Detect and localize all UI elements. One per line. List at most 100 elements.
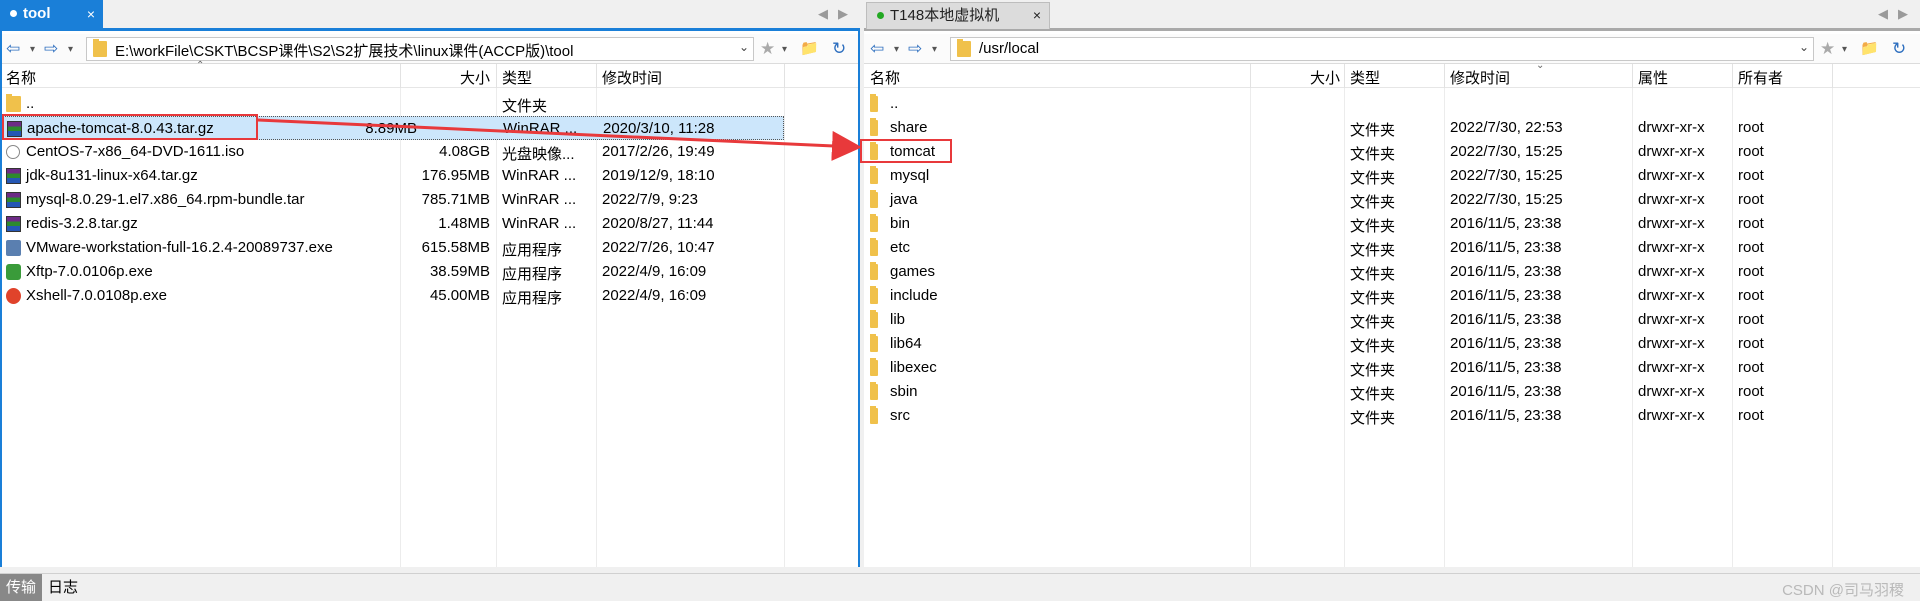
forward-arrow-icon[interactable]: ⇨ — [908, 38, 922, 60]
tab-tool[interactable]: tool × — [0, 0, 103, 28]
col-owner[interactable]: 所有者 — [1738, 67, 1783, 88]
file-type: 应用程序 — [502, 266, 563, 283]
file-size: 45.00MB — [429, 287, 490, 304]
tab-scroll-left-icon[interactable]: ◀ — [818, 6, 828, 22]
file-row[interactable]: java 文件夹 2022/7/30, 15:25 drwxr-xr-x root — [864, 188, 1920, 212]
pane-focus-border — [0, 31, 2, 567]
file-row[interactable]: libexec 文件夹 2016/11/5, 23:38 drwxr-xr-x root — [864, 356, 1920, 380]
bookmark-dropdown-icon[interactable]: ▾ — [782, 39, 787, 61]
folder-icon — [870, 334, 878, 352]
remote-tabstrip: T148本地虚拟机 × ◀ ▶ — [864, 0, 1920, 31]
file-row[interactable]: etc 文件夹 2016/11/5, 23:38 drwxr-xr-x root — [864, 236, 1920, 260]
back-arrow-icon[interactable]: ⇦ — [870, 38, 884, 60]
remote-path-combobox[interactable]: /usr/local ⌄ — [950, 37, 1814, 61]
file-row[interactable]: mysql-8.0.29-1.el7.x86_64.rpm-bundle.tar… — [0, 188, 856, 212]
file-row[interactable]: bin 文件夹 2016/11/5, 23:38 drwxr-xr-x root — [864, 212, 1920, 236]
tab-close-icon[interactable]: × — [87, 0, 95, 28]
col-name[interactable]: 名称 — [870, 67, 900, 88]
file-row[interactable]: Xshell-7.0.0108p.exe 45.00MB 应用程序 2022/4/9,… — [0, 284, 856, 308]
new-folder-icon[interactable]: 📁 — [800, 38, 819, 60]
file-row[interactable]: mysql 文件夹 2022/7/30, 15:25 drwxr-xr-x root — [864, 164, 1920, 188]
file-name: etc — [890, 239, 911, 256]
file-row[interactable]: VMware-workstation-full-16.2.4-20089737.… — [0, 236, 856, 260]
file-modified: 2017/2/26, 19:49 — [602, 143, 715, 160]
folder-icon — [93, 39, 107, 57]
column-divider[interactable] — [400, 64, 401, 88]
column-divider[interactable] — [496, 64, 497, 88]
file-permissions: drwxr-xr-x — [1638, 335, 1705, 352]
folder-icon — [870, 238, 878, 256]
bookmark-star-icon[interactable]: ★ — [760, 38, 775, 60]
col-size[interactable]: 大小 — [460, 67, 490, 88]
tab-scroll-right-icon[interactable]: ▶ — [838, 6, 848, 22]
file-row[interactable]: lib64 文件夹 2016/11/5, 23:38 drwxr-xr-x root — [864, 332, 1920, 356]
col-type[interactable]: 类型 — [502, 67, 532, 88]
column-divider[interactable] — [1250, 64, 1251, 88]
column-divider[interactable] — [1344, 64, 1345, 88]
file-type: 文件夹 — [1350, 338, 1396, 355]
annotation-box-source — [2, 114, 258, 140]
forward-dropdown-icon[interactable]: ▾ — [68, 39, 73, 61]
file-type: 文件夹 — [1350, 122, 1396, 139]
tab-scroll-left-icon[interactable]: ◀ — [1878, 6, 1888, 22]
file-row[interactable]: Xftp-7.0.0106p.exe 38.59MB 应用程序 2022/4/9, 1… — [0, 260, 856, 284]
file-row[interactable]: lib 文件夹 2016/11/5, 23:38 drwxr-xr-x root — [864, 308, 1920, 332]
file-row[interactable]: src 文件夹 2016/11/5, 23:38 drwxr-xr-x root — [864, 404, 1920, 428]
file-row[interactable]: tomcat 文件夹 2022/7/30, 15:25 drwxr-xr-x root — [864, 140, 1920, 164]
file-name: lib — [890, 311, 906, 328]
forward-dropdown-icon[interactable]: ▾ — [932, 39, 937, 61]
chevron-down-icon[interactable]: ⌄ — [739, 40, 749, 54]
file-row[interactable]: include 文件夹 2016/11/5, 23:38 drwxr-xr-x root — [864, 284, 1920, 308]
new-folder-icon[interactable]: 📁 — [1860, 38, 1879, 60]
tab-transfer[interactable]: 传输 — [0, 574, 43, 601]
file-row[interactable]: redis-3.2.8.tar.gz 1.48MB WinRAR ... 2020/8… — [0, 212, 856, 236]
col-type[interactable]: 类型 — [1350, 67, 1380, 88]
column-divider[interactable] — [1832, 64, 1833, 88]
forward-arrow-icon[interactable]: ⇨ — [44, 38, 58, 60]
folder-icon — [6, 94, 21, 112]
tab-scroll-right-icon[interactable]: ▶ — [1898, 6, 1908, 22]
file-size: 1.48MB — [438, 215, 490, 232]
tab-close-icon[interactable]: × — [1033, 3, 1041, 28]
column-divider[interactable] — [784, 64, 785, 88]
file-size: 785.71MB — [421, 191, 490, 208]
column-divider[interactable] — [1444, 64, 1445, 88]
tab-t148[interactable]: T148本地虚拟机 × — [866, 2, 1050, 29]
file-row[interactable]: sbin 文件夹 2016/11/5, 23:38 drwxr-xr-x root — [864, 380, 1920, 404]
column-divider[interactable] — [1632, 64, 1633, 88]
folder-icon — [870, 190, 878, 208]
file-name: jdk-8u131-linux-x64.tar.gz — [26, 167, 198, 184]
file-modified: 2019/12/9, 18:10 — [602, 167, 715, 184]
back-dropdown-icon[interactable]: ▾ — [30, 39, 35, 61]
col-permissions[interactable]: 属性 — [1638, 67, 1668, 88]
file-modified: 2016/11/5, 23:38 — [1450, 383, 1562, 400]
bookmark-dropdown-icon[interactable]: ▾ — [1842, 39, 1847, 61]
col-name[interactable]: 名称 — [6, 67, 36, 88]
file-row[interactable]: CentOS-7-x86_64-DVD-1611.iso 4.08GB 光盘映像..… — [0, 140, 856, 164]
back-dropdown-icon[interactable]: ▾ — [894, 39, 899, 61]
file-type: 文件夹 — [1350, 242, 1396, 259]
file-row[interactable]: .. — [864, 92, 1920, 116]
file-row[interactable]: games 文件夹 2016/11/5, 23:38 drwxr-xr-x root — [864, 260, 1920, 284]
tab-log[interactable]: 日志 — [42, 574, 84, 601]
col-size[interactable]: 大小 — [1310, 67, 1340, 88]
file-row[interactable]: share 文件夹 2022/7/30, 22:53 drwxr-xr-x root — [864, 116, 1920, 140]
file-row[interactable]: jdk-8u131-linux-x64.tar.gz 176.95MB WinRAR… — [0, 164, 856, 188]
column-divider[interactable] — [1732, 64, 1733, 88]
file-owner: root — [1738, 359, 1764, 376]
refresh-icon[interactable]: ↻ — [832, 38, 846, 60]
back-arrow-icon[interactable]: ⇦ — [6, 38, 20, 60]
col-modified[interactable]: 修改时间 — [1450, 67, 1510, 88]
column-divider[interactable] — [596, 64, 597, 88]
file-name: Xshell-7.0.0108p.exe — [26, 287, 167, 304]
file-modified: 2016/11/5, 23:38 — [1450, 359, 1562, 376]
chevron-down-icon[interactable]: ⌄ — [1799, 40, 1809, 54]
refresh-icon[interactable]: ↻ — [1892, 38, 1906, 60]
file-row[interactable]: .. 文件夹 — [0, 92, 856, 116]
local-path-combobox[interactable]: E:\workFile\CSKT\BCSP课件\S2\S2扩展技术\linux课… — [86, 37, 754, 61]
xshell-exe-icon — [6, 288, 21, 304]
file-modified: 2020/8/27, 11:44 — [602, 215, 714, 232]
file-size: 176.95MB — [421, 167, 490, 184]
col-modified[interactable]: 修改时间 — [602, 67, 662, 88]
bookmark-star-icon[interactable]: ★ — [1820, 38, 1835, 60]
